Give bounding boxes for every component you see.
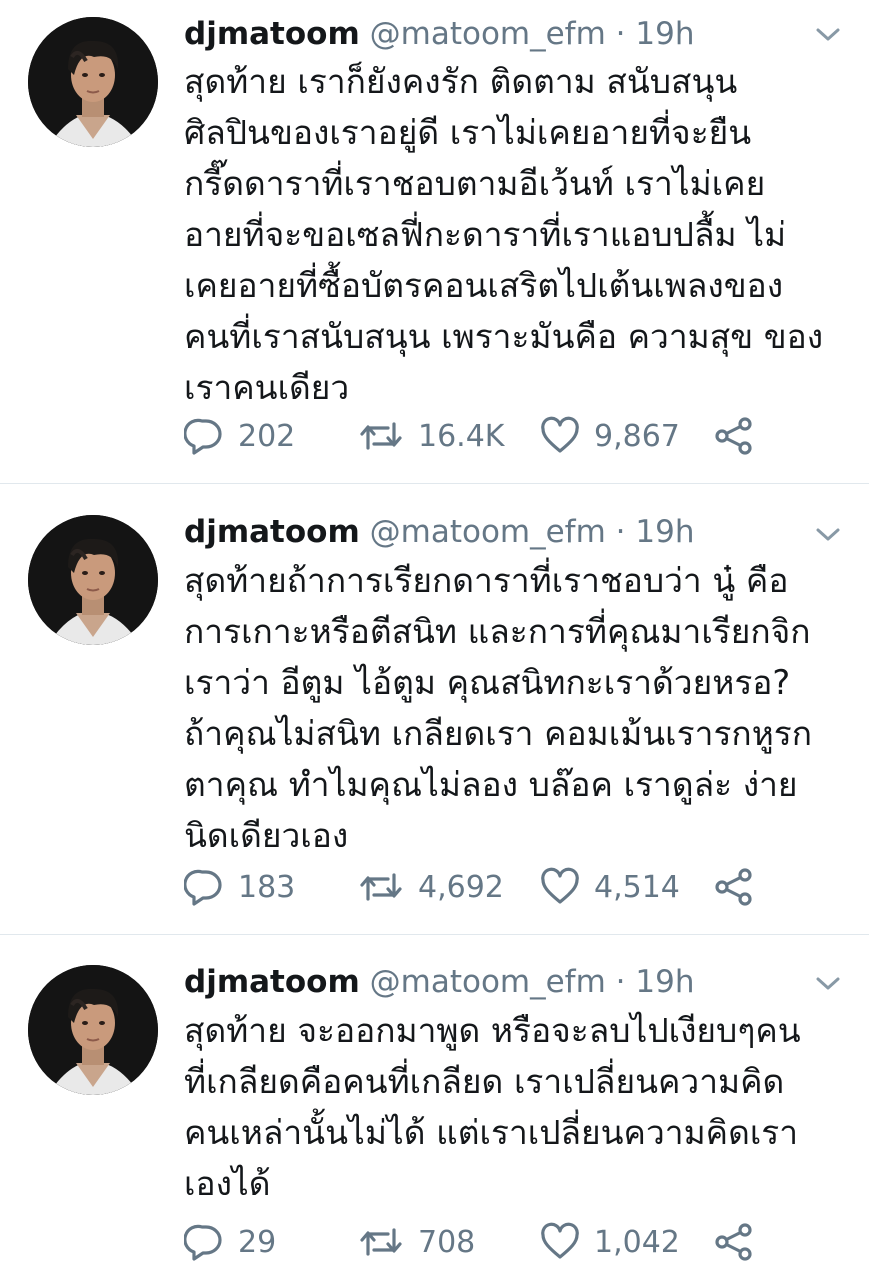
like-button[interactable]: 9,867 <box>540 414 680 458</box>
tweet-header: djmatoom @matoom_efm · 19h <box>184 512 694 552</box>
chevron-down-icon[interactable] <box>813 522 843 546</box>
avatar[interactable] <box>28 965 158 1095</box>
heart-icon <box>541 416 579 453</box>
display-name[interactable]: djmatoom <box>184 964 360 1000</box>
reply-button[interactable]: 202 <box>184 414 295 458</box>
reply-button[interactable]: 29 <box>184 1220 276 1264</box>
retweet-count: 4,692 <box>418 869 504 905</box>
tweet-1[interactable]: djmatoom @matoom_efm · 19h สุดท้าย เราก็… <box>0 0 869 483</box>
user-handle[interactable]: @matoom_efm <box>370 964 606 1000</box>
separator-dot: · <box>615 16 626 52</box>
tweet-2[interactable]: djmatoom @matoom_efm · 19h สุดท้ายถ้าการ… <box>0 484 869 934</box>
user-handle[interactable]: @matoom_efm <box>370 514 606 550</box>
tweet-actions: 29 708 1,042 <box>184 1220 784 1264</box>
timestamp[interactable]: 19h <box>635 964 694 1000</box>
display-name[interactable]: djmatoom <box>184 514 360 550</box>
like-count: 4,514 <box>594 869 680 905</box>
separator-dot: · <box>615 514 626 550</box>
chevron-down-icon[interactable] <box>813 971 843 995</box>
separator-dot: · <box>615 964 626 1000</box>
retweet-button[interactable]: 4,692 <box>358 865 504 909</box>
heart-icon <box>541 1222 579 1259</box>
share-button[interactable] <box>714 414 754 458</box>
timestamp[interactable]: 19h <box>635 16 694 52</box>
tweet-header: djmatoom @matoom_efm · 19h <box>184 962 694 1002</box>
display-name[interactable]: djmatoom <box>184 16 360 52</box>
share-button[interactable] <box>714 1220 754 1264</box>
share-button[interactable] <box>714 865 754 909</box>
reply-icon <box>184 869 222 906</box>
share-icon <box>715 868 752 906</box>
tweet-text: สุดท้ายถ้าการเรียกดาราที่เราชอบว่า นู๋ ค… <box>184 561 813 855</box>
timestamp[interactable]: 19h <box>635 514 694 550</box>
reply-icon <box>184 1224 222 1261</box>
retweet-icon <box>360 873 402 901</box>
like-button[interactable]: 1,042 <box>540 1220 680 1264</box>
tweet-3[interactable]: djmatoom @matoom_efm · 19h สุดท้าย จะออก… <box>0 935 869 1275</box>
tweet-text: สุดท้าย เราก็ยังคงรัก ติดตาม สนับสนุน ศิ… <box>184 62 824 407</box>
tweet-actions: 183 4,692 4,514 <box>184 865 784 909</box>
tweet-header: djmatoom @matoom_efm · 19h <box>184 14 694 54</box>
like-count: 9,867 <box>594 418 680 454</box>
retweet-icon <box>360 422 402 450</box>
retweet-count: 16.4K <box>418 418 505 454</box>
retweet-icon <box>360 1228 402 1256</box>
tweet-actions: 202 16.4K 9,867 <box>184 414 784 458</box>
reply-icon <box>184 418 222 455</box>
reply-count: 183 <box>238 869 296 905</box>
avatar[interactable] <box>28 17 158 147</box>
reply-count: 202 <box>238 418 296 454</box>
share-icon <box>715 1223 752 1261</box>
retweet-button[interactable]: 16.4K <box>358 414 504 458</box>
avatar[interactable] <box>28 515 158 645</box>
chevron-down-icon[interactable] <box>813 22 843 46</box>
like-button[interactable]: 4,514 <box>540 865 680 909</box>
reply-count: 29 <box>238 1224 277 1260</box>
like-count: 1,042 <box>594 1224 680 1260</box>
tweet-timeline: djmatoom @matoom_efm · 19h สุดท้าย เราก็… <box>0 0 869 1275</box>
tweet-text: สุดท้าย จะออกมาพูด หรือจะลบไปเงียบๆคน ที… <box>184 1011 801 1203</box>
user-handle[interactable]: @matoom_efm <box>370 16 606 52</box>
heart-icon <box>541 867 579 904</box>
retweet-count: 708 <box>418 1224 476 1260</box>
retweet-button[interactable]: 708 <box>358 1220 475 1264</box>
share-icon <box>715 417 752 455</box>
reply-button[interactable]: 183 <box>184 865 295 909</box>
